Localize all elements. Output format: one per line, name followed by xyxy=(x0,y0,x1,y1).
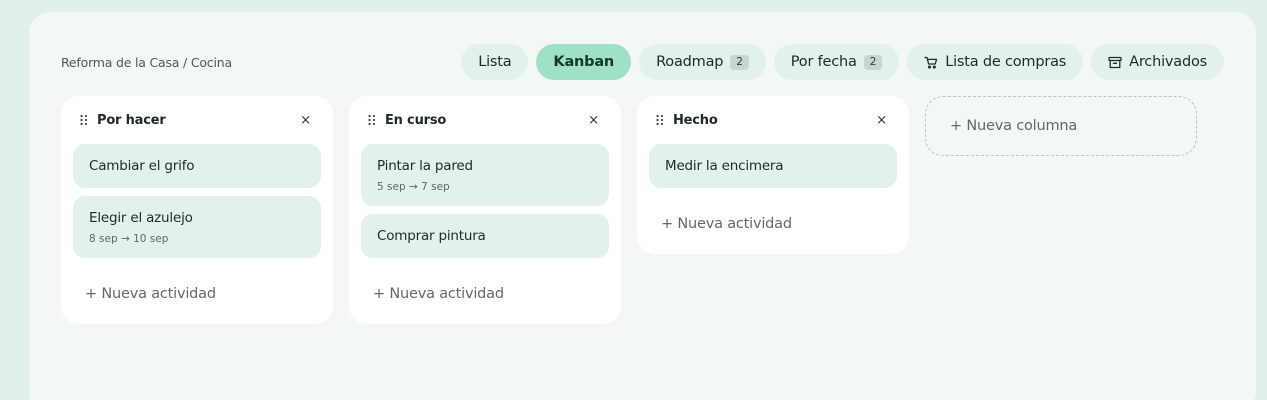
new-activity-button[interactable]: + Nueva actividad xyxy=(73,278,321,310)
drag-handle-icon[interactable] xyxy=(367,114,377,126)
column-header: En curso × xyxy=(361,96,609,144)
drag-handle-icon[interactable] xyxy=(79,114,89,126)
tab-label: Roadmap xyxy=(656,54,724,70)
breadcrumb: Reforma de la Casa / Cocina xyxy=(61,55,232,70)
main-panel: Reforma de la Casa / Cocina Lista Kanban… xyxy=(29,12,1256,400)
task-card[interactable]: Pintar la pared 5 sep → 7 sep xyxy=(361,144,609,206)
card-date-range: 8 sep → 10 sep xyxy=(89,233,169,245)
count-badge: 2 xyxy=(730,54,749,70)
new-activity-button[interactable]: + Nueva actividad xyxy=(649,208,897,240)
column-header: Hecho × xyxy=(649,96,897,144)
column-title: En curso xyxy=(385,112,447,128)
task-card[interactable]: Elegir el azulejo 8 sep → 10 sep xyxy=(73,196,321,258)
tab-por-fecha[interactable]: Por fecha 2 xyxy=(773,44,900,80)
count-badge: 2 xyxy=(863,54,883,70)
cart-icon xyxy=(924,56,938,69)
new-activity-button[interactable]: + Nueva actividad xyxy=(361,278,609,310)
archive-icon xyxy=(1108,56,1122,69)
tab-lista[interactable]: Lista xyxy=(461,44,529,80)
kanban-column: En curso × Pintar la pared 5 sep → 7 sep… xyxy=(349,96,621,324)
card-title: Cambiar el grifo xyxy=(89,158,195,174)
task-card[interactable]: Cambiar el grifo xyxy=(73,144,321,188)
view-tabs: Lista Kanban Roadmap 2 Por fecha 2 Lista… xyxy=(461,44,1224,80)
task-card[interactable]: Medir la encimera xyxy=(649,144,897,188)
tab-archivados[interactable]: Archivados xyxy=(1091,44,1224,80)
card-title: Pintar la pared xyxy=(377,158,473,174)
new-column-button[interactable]: + Nueva columna xyxy=(925,96,1197,156)
tab-label: Por fecha xyxy=(790,54,857,70)
column-title: Por hacer xyxy=(97,112,166,128)
close-icon[interactable]: × xyxy=(872,113,891,128)
tab-label: Lista xyxy=(478,54,512,70)
tab-label: Kanban xyxy=(553,54,615,70)
tab-label: Lista de compras xyxy=(945,54,1067,70)
tab-roadmap[interactable]: Roadmap 2 xyxy=(639,44,766,80)
close-icon[interactable]: × xyxy=(296,113,315,128)
close-icon[interactable]: × xyxy=(584,113,603,128)
tab-lista-de-compras[interactable]: Lista de compras xyxy=(907,44,1084,80)
column-title: Hecho xyxy=(673,112,718,128)
kanban-board: Por hacer × Cambiar el grifo Elegir el a… xyxy=(61,96,1197,324)
drag-handle-icon[interactable] xyxy=(655,114,665,126)
kanban-column: Por hacer × Cambiar el grifo Elegir el a… xyxy=(61,96,333,324)
card-title: Comprar pintura xyxy=(377,228,486,244)
tab-kanban[interactable]: Kanban xyxy=(536,44,632,80)
card-date-range: 5 sep → 7 sep xyxy=(377,181,450,193)
column-header: Por hacer × xyxy=(73,96,321,144)
card-title: Elegir el azulejo xyxy=(89,210,193,226)
task-card[interactable]: Comprar pintura xyxy=(361,214,609,258)
kanban-column: Hecho × Medir la encimera + Nueva activi… xyxy=(637,96,909,254)
card-title: Medir la encimera xyxy=(665,158,784,174)
tab-label: Archivados xyxy=(1129,54,1207,70)
